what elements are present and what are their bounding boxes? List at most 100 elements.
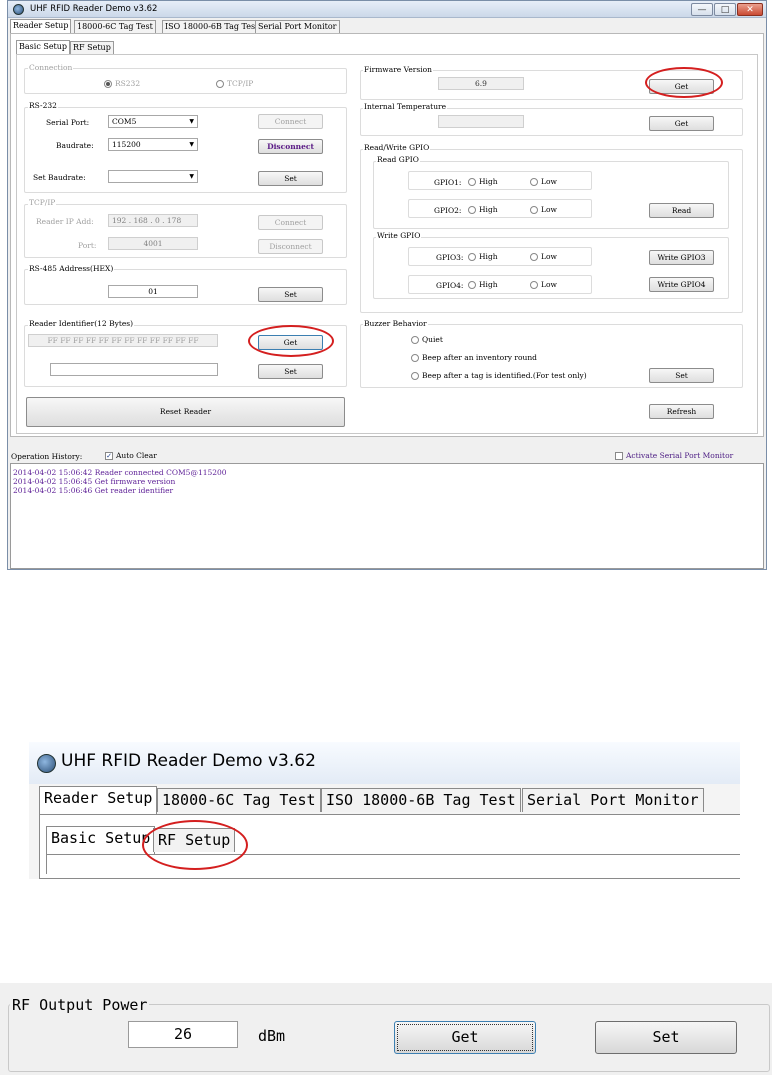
title-bar: UHF RFID Reader Demo v3.62 — □ ✕ (8, 1, 766, 18)
activate-serial-monitor-label: Activate Serial Port Monitor (626, 451, 734, 460)
serial-port-select[interactable]: COM5 ▼ (108, 115, 198, 128)
baudrate-label: Baudrate: (56, 141, 94, 150)
rs485-address-input[interactable]: 01 (108, 285, 198, 298)
set-identifier-button[interactable]: Set (258, 364, 323, 379)
zoomed-tab-basic-setup[interactable]: Basic Setup (46, 826, 156, 854)
gpio2-high-radio[interactable]: High (468, 205, 498, 214)
buzzer-tag-label: Beep after a tag is identified.(For test… (422, 371, 587, 380)
gpio3-high-label: High (479, 252, 498, 261)
tcpip-radio-icon (216, 80, 224, 88)
gpio4-low-label: Low (541, 280, 557, 289)
write-gpio4-button[interactable]: Write GPIO4 (649, 277, 714, 292)
reader-identifier-label: Reader Identifier(12 Bytes) (28, 319, 135, 328)
gpio2-low-label: Low (541, 205, 557, 214)
get-rf-power-button[interactable]: Get (394, 1021, 536, 1054)
gpio1-low-radio[interactable]: Low (530, 177, 557, 186)
write-gpio3-button[interactable]: Write GPIO3 (649, 250, 714, 265)
tcp-connect-button[interactable]: Connect (258, 215, 323, 230)
rf-output-power-label: RF Output Power (10, 996, 150, 1014)
reader-ip-input[interactable]: 192 . 168 . 0 . 178 (108, 214, 198, 227)
gpio1-low-label: Low (541, 177, 557, 186)
gpio3-low-label: Low (541, 252, 557, 261)
radio-icon (530, 253, 538, 261)
buzzer-quiet-radio[interactable]: Quiet (411, 335, 443, 344)
baudrate-select[interactable]: 115200 ▼ (108, 138, 198, 151)
radio-icon (530, 206, 538, 214)
set-rf-power-button[interactable]: Set (595, 1021, 737, 1054)
zoomed-tab-serial-port-monitor[interactable]: Serial Port Monitor (522, 788, 704, 812)
buzzer-set-button[interactable]: Set (649, 368, 714, 383)
gpio3-low-radio[interactable]: Low (530, 252, 557, 261)
rs485-set-button[interactable]: Set (258, 287, 323, 302)
serial-port-label: Serial Port: (46, 118, 90, 127)
rs232-radio-label: RS232 (115, 79, 141, 88)
radio-icon (468, 253, 476, 261)
set-baudrate-select[interactable]: ▼ (108, 170, 198, 183)
serial-port-value: COM5 (112, 117, 137, 126)
ip-octet-3: 0 (154, 216, 160, 225)
gpio2-high-label: High (479, 205, 498, 214)
gpio4-high-label: High (479, 280, 498, 289)
activate-serial-monitor-checkbox[interactable]: Activate Serial Port Monitor (615, 451, 733, 460)
gpio1-label: GPIO1: (434, 178, 462, 187)
auto-clear-label: Auto Clear (116, 451, 157, 460)
firmware-version-label: Firmware Version (363, 65, 433, 74)
radio-icon (468, 206, 476, 214)
highlight-circle-get-identifier (248, 325, 334, 357)
close-button[interactable]: ✕ (737, 3, 763, 16)
zoomed-tab-18000-6c[interactable]: 18000-6C Tag Test (157, 788, 321, 812)
get-temperature-button[interactable]: Get (649, 116, 714, 131)
tcpip-label: TCP/IP (28, 198, 57, 207)
buzzer-tag-radio[interactable]: Beep after a tag is identified.(For test… (411, 371, 587, 380)
minimize-button[interactable]: — (691, 3, 713, 16)
gpio1-high-label: High (479, 177, 498, 186)
window-title: UHF RFID Reader Demo v3.62 (30, 4, 158, 14)
new-identifier-input[interactable] (50, 363, 218, 376)
buzzer-inventory-label: Beep after an inventory round (422, 353, 537, 362)
app-logo-icon (13, 4, 24, 15)
set-baudrate-button[interactable]: Set (258, 171, 323, 186)
checkmark-icon: ✓ (105, 452, 113, 460)
tcpip-radio[interactable]: TCP/IP (216, 79, 253, 88)
read-gpio-label: Read GPIO (376, 155, 420, 164)
maximize-button[interactable]: □ (714, 3, 736, 16)
tab-basic-setup[interactable]: Basic Setup (16, 40, 71, 54)
zoomed-tab-reader-setup[interactable]: Reader Setup (39, 786, 158, 814)
rs232-radio[interactable]: RS232 (104, 79, 140, 88)
log-entry: 2014-04-02 15:06:46 Get reader identifie… (13, 486, 174, 495)
gpio4-low-radio[interactable]: Low (530, 280, 557, 289)
buzzer-inventory-radio[interactable]: Beep after an inventory round (411, 353, 537, 362)
chevron-down-icon: ▼ (189, 173, 194, 180)
gpio2-low-radio[interactable]: Low (530, 205, 557, 214)
gpio3-high-radio[interactable]: High (468, 252, 498, 261)
tab-rf-setup[interactable]: RF Setup (70, 41, 114, 54)
gpio3-label: GPIO3: (436, 253, 464, 262)
gpio4-high-radio[interactable]: High (468, 280, 498, 289)
highlight-circle-rf-setup (142, 820, 248, 870)
tab-serial-port-monitor[interactable]: Serial Port Monitor (255, 20, 340, 33)
radio-icon (530, 281, 538, 289)
tcp-disconnect-button[interactable]: Disconnect (258, 239, 323, 254)
chevron-down-icon: ▼ (189, 141, 194, 148)
gpio1-high-radio[interactable]: High (468, 177, 498, 186)
refresh-button[interactable]: Refresh (649, 404, 714, 419)
tab-18000-6c-tag-test[interactable]: 18000-6C Tag Test (74, 20, 156, 33)
operation-history-log[interactable]: 2014-04-02 15:06:42 Reader connected COM… (10, 463, 764, 569)
internal-temperature-label: Internal Temperature (363, 102, 448, 111)
auto-clear-checkbox[interactable]: ✓ Auto Clear (105, 451, 157, 460)
reset-reader-button[interactable]: Reset Reader (26, 397, 345, 427)
connect-button[interactable]: Connect (258, 114, 323, 129)
rs232-radio-icon (104, 80, 112, 88)
zoomed-tab-iso-18000-6b[interactable]: ISO 18000-6B Tag Test (321, 788, 521, 812)
operation-history-label: Operation History: (11, 452, 83, 461)
buzzer-quiet-label: Quiet (422, 335, 443, 344)
tab-iso-18000-6b-tag-test[interactable]: ISO 18000-6B Tag Test (162, 20, 262, 33)
buzzer-behavior-label: Buzzer Behavior (363, 319, 428, 328)
disconnect-button[interactable]: Disconnect (258, 139, 323, 154)
port-input[interactable]: 4001 (108, 237, 198, 250)
ip-octet-4: 178 (166, 216, 182, 225)
read-gpio-button[interactable]: Read (649, 203, 714, 218)
rf-output-power-input[interactable]: 26 (128, 1021, 238, 1048)
baudrate-value: 115200 (112, 140, 141, 149)
tab-reader-setup[interactable]: Reader Setup (10, 19, 72, 33)
